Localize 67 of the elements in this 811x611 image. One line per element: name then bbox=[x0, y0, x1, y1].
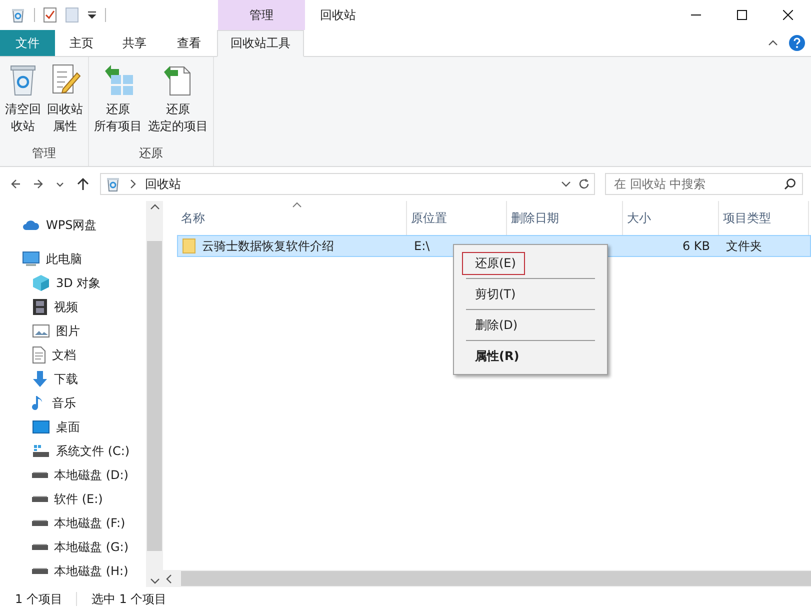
sidebar-item[interactable]: 音乐 bbox=[22, 391, 146, 415]
search-icon bbox=[784, 178, 796, 190]
picture-icon bbox=[32, 324, 50, 338]
file-name: 云骑士数据恢复软件介绍 bbox=[202, 238, 334, 254]
sidebar-item[interactable]: 系统文件 (C:) bbox=[22, 439, 146, 463]
sidebar-item[interactable]: 此电脑 bbox=[22, 247, 146, 271]
group-label: 还原 bbox=[138, 145, 164, 162]
drive-icon bbox=[32, 520, 48, 526]
menu-item[interactable]: 还原(E) bbox=[454, 248, 607, 278]
sidebar-item[interactable]: 视频 bbox=[22, 295, 146, 319]
group-label: 管理 bbox=[31, 145, 57, 162]
sidebar-item[interactable]: 本地磁盘 (H:) bbox=[22, 559, 146, 583]
vertical-scrollbar[interactable] bbox=[146, 201, 163, 587]
size-text: 6 KB bbox=[682, 239, 710, 253]
back-icon bbox=[10, 178, 22, 190]
location-text: E:\ bbox=[414, 239, 430, 253]
recycle-bin-icon bbox=[10, 7, 26, 23]
sidebar-item[interactable]: 本地磁盘 (F:) bbox=[22, 511, 146, 535]
help-icon[interactable] bbox=[789, 35, 805, 51]
checklist-icon[interactable] bbox=[43, 7, 57, 23]
drive-icon bbox=[32, 496, 48, 502]
sidebar-item[interactable]: 文档 bbox=[22, 343, 146, 367]
sidebar-item[interactable]: 3D 对象 bbox=[22, 271, 146, 295]
search-field[interactable]: 在 回收站 中搜索 bbox=[605, 173, 803, 195]
desktop-icon bbox=[32, 420, 50, 434]
recycle-bin-icon bbox=[105, 176, 121, 192]
selection-count: 选中 1 个项目 bbox=[91, 590, 167, 608]
window-title: 回收站 bbox=[319, 6, 357, 24]
download-icon bbox=[32, 370, 48, 388]
menu-item[interactable]: 属性(R) bbox=[454, 341, 607, 371]
horizontal-scrollbar[interactable] bbox=[163, 570, 811, 587]
maximize-icon bbox=[737, 10, 747, 20]
sidebar-item[interactable]: 软件 (E:) bbox=[22, 487, 146, 511]
contextual-tab-group: 管理 bbox=[218, 0, 305, 30]
ribbon-button[interactable]: 回收站 属性 bbox=[45, 63, 85, 145]
refresh-icon[interactable] bbox=[578, 178, 590, 190]
close-icon bbox=[783, 10, 793, 20]
dropdown-icon[interactable] bbox=[87, 10, 97, 20]
menu-item[interactable]: 删除(D) bbox=[454, 310, 607, 340]
ribbon-tab[interactable]: 回收站工具 bbox=[217, 30, 304, 57]
ribbon-button[interactable]: 清空回 收站 bbox=[3, 63, 43, 145]
computer-icon bbox=[22, 251, 40, 267]
type-text: 文件夹 bbox=[726, 238, 762, 254]
sidebar-item[interactable]: 图片 bbox=[22, 319, 146, 343]
sidebar-item[interactable]: 本地磁盘 (G:) bbox=[22, 535, 146, 559]
drive-icon bbox=[32, 472, 48, 478]
drive-icon bbox=[32, 568, 48, 574]
sidebar-item[interactable]: WPS网盘 bbox=[22, 213, 146, 237]
folder-icon bbox=[182, 238, 196, 254]
item-count: 1 个项目 bbox=[15, 590, 62, 608]
ribbon-button[interactable]: 还原 所有项目 bbox=[92, 63, 144, 145]
film-icon bbox=[32, 298, 48, 316]
drive-icon bbox=[32, 544, 48, 550]
cube-icon bbox=[32, 274, 50, 292]
cloud-icon bbox=[22, 218, 40, 232]
sidebar-item[interactable]: 下载 bbox=[22, 367, 146, 391]
sidebar-item[interactable]: 桌面 bbox=[22, 415, 146, 439]
minimize-icon bbox=[691, 14, 701, 16]
sidebar-item[interactable]: 本地磁盘 (D:) bbox=[22, 463, 146, 487]
ribbon-tab[interactable]: 文件 bbox=[0, 30, 55, 56]
forward-icon bbox=[32, 178, 44, 190]
menu-item[interactable]: 剪切(T) bbox=[454, 279, 607, 309]
ribbon-button[interactable]: 还原 选定的项目 bbox=[146, 63, 210, 145]
system-drive-icon bbox=[32, 443, 50, 459]
document-icon bbox=[32, 346, 46, 364]
up-icon[interactable] bbox=[76, 177, 90, 191]
address-bar[interactable]: 回收站 bbox=[100, 173, 595, 195]
